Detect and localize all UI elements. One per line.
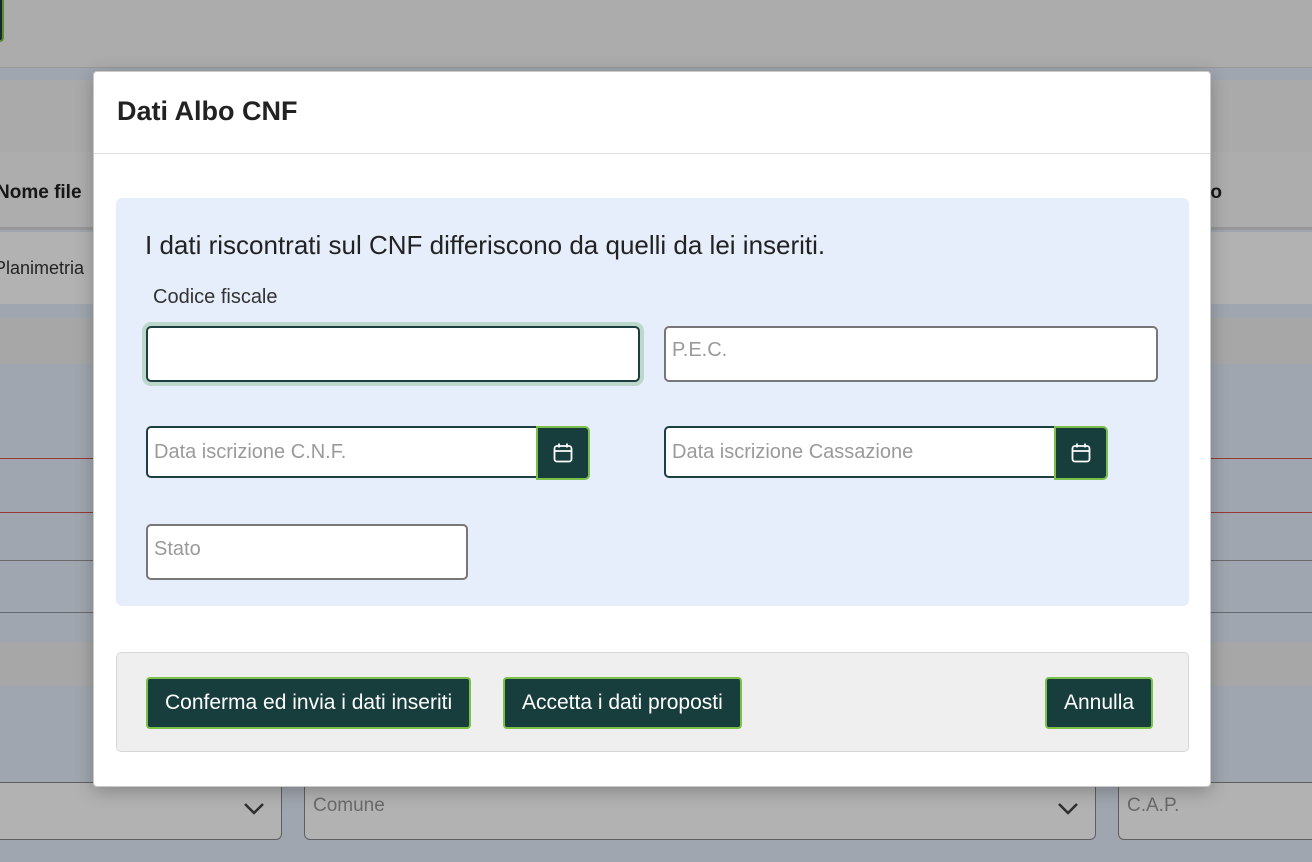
modal-footer: Conferma ed invia i dati inseriti Accett… <box>116 652 1189 752</box>
codice-fiscale-label: Codice fiscale <box>153 286 278 308</box>
modal-title: Dati Albo CNF <box>117 96 298 126</box>
data-iscrizione-cassazione-field <box>664 426 1108 480</box>
dati-albo-cnf-modal: Dati Albo CNF I dati riscontrati sul CNF… <box>93 71 1211 787</box>
data-iscrizione-cassazione-input[interactable] <box>664 426 1056 478</box>
cnf-data-panel: I dati riscontrati sul CNF differiscono … <box>116 198 1189 606</box>
calendar-button-cassazione[interactable] <box>1054 426 1108 480</box>
data-iscrizione-cnf-input[interactable] <box>146 426 538 478</box>
confirm-send-button[interactable]: Conferma ed invia i dati inseriti <box>146 677 472 729</box>
calendar-button-cnf[interactable] <box>536 426 590 480</box>
mismatch-message: I dati riscontrati sul CNF differiscono … <box>145 230 826 260</box>
calendar-icon <box>1071 443 1091 463</box>
calendar-icon <box>553 443 573 463</box>
codice-fiscale-input[interactable] <box>146 326 640 382</box>
accept-proposed-button[interactable]: Accetta i dati proposti <box>503 677 742 729</box>
data-iscrizione-cnf-field <box>146 426 590 480</box>
modal-header: Dati Albo CNF <box>94 72 1210 154</box>
cancel-button[interactable]: Annulla <box>1045 677 1154 729</box>
pec-input[interactable] <box>664 326 1158 382</box>
stato-input[interactable] <box>146 524 468 580</box>
